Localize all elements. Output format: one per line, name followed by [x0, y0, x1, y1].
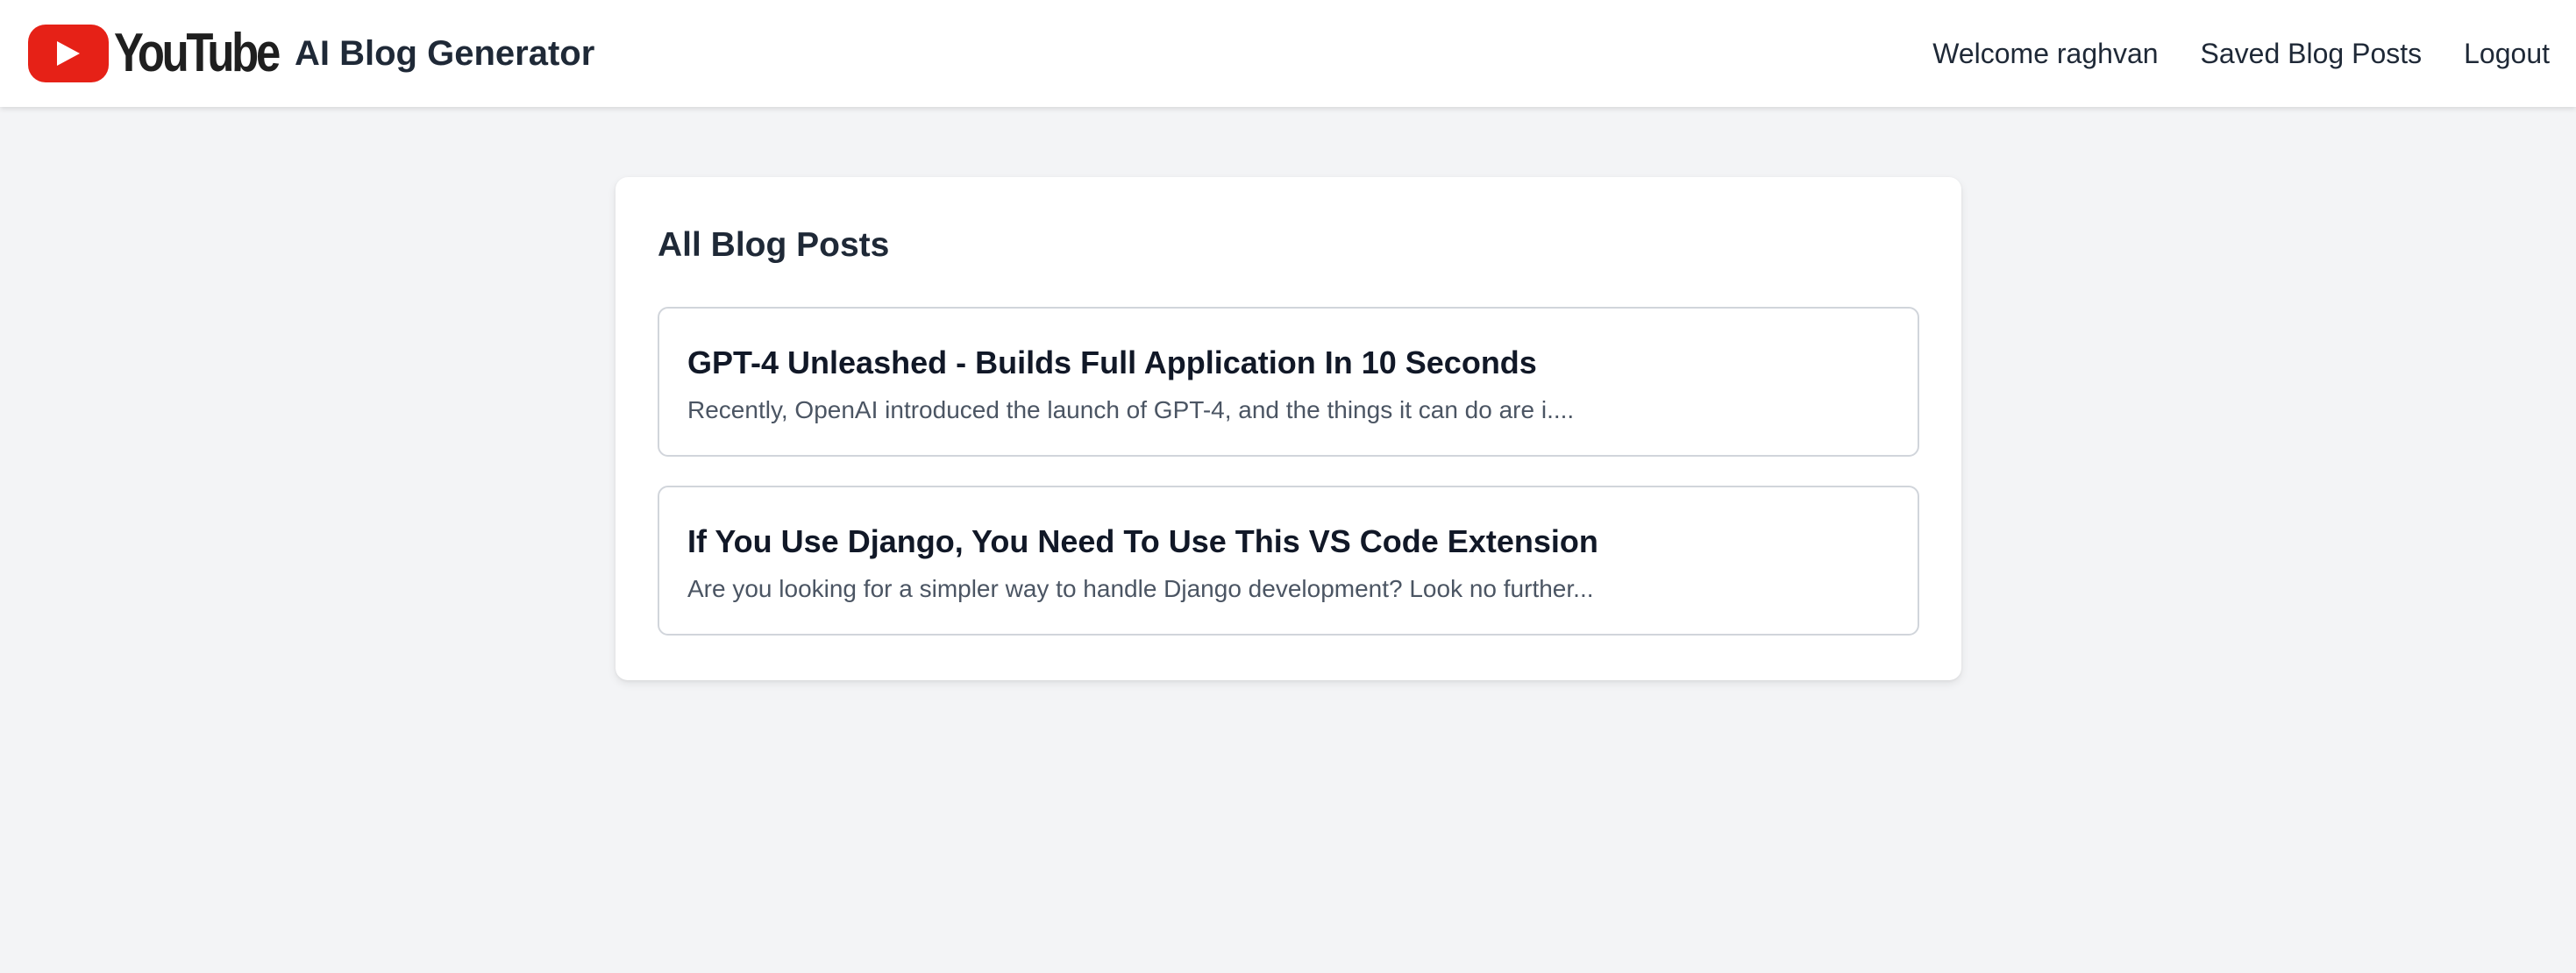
blog-post-item[interactable]: GPT-4 Unleashed - Builds Full Applicatio…	[658, 307, 1919, 457]
logout-link[interactable]: Logout	[2464, 38, 2550, 70]
blog-post-excerpt: Recently, OpenAI introduced the launch o…	[687, 396, 1575, 423]
app-title: AI Blog Generator	[295, 33, 595, 73]
top-navbar: YouTube AI Blog Generator Welcome raghva…	[0, 0, 2576, 107]
page-title: All Blog Posts	[658, 226, 890, 264]
play-triangle-icon	[57, 41, 80, 66]
blog-post-excerpt: Are you looking for a simpler way to han…	[687, 575, 1594, 602]
nav-links: Welcome raghvan Saved Blog Posts Logout	[1932, 38, 2550, 70]
welcome-text: Welcome raghvan	[1932, 37, 2159, 69]
blog-post-title: GPT-4 Unleashed - Builds Full Applicatio…	[687, 344, 1537, 380]
youtube-wordmark: YouTube	[114, 23, 281, 83]
youtube-logo-icon[interactable]: YouTube	[28, 23, 281, 84]
blog-post-item[interactable]: If You Use Django, You Need To Use This …	[658, 486, 1919, 636]
blog-posts-card: All Blog Posts GPT-4 Unleashed - Builds …	[616, 177, 1961, 680]
brand: YouTube AI Blog Generator	[28, 0, 594, 107]
saved-blog-posts-link[interactable]: Saved Blog Posts	[2201, 38, 2423, 70]
blog-post-title: If You Use Django, You Need To Use This …	[687, 523, 1598, 559]
play-icon	[28, 25, 109, 82]
